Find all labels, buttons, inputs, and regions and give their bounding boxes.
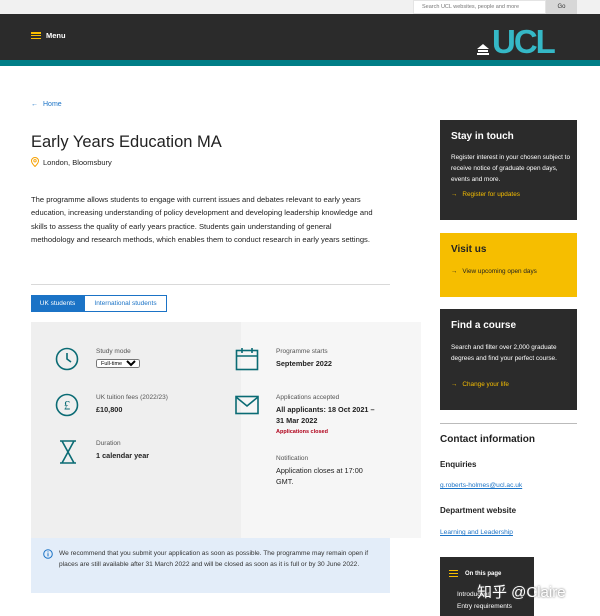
department-website-link[interactable]: Learning and Leadership — [440, 529, 513, 536]
notice-text: We recommend that you submit your applic… — [59, 550, 369, 569]
starts-value: September 2022 — [276, 359, 332, 368]
breadcrumb-home-link[interactable]: Home — [43, 101, 62, 108]
ucl-logo[interactable]: UCL — [477, 23, 556, 60]
applications-status: Applications closed — [276, 429, 328, 435]
watermark: 知乎 @Claire — [477, 584, 566, 601]
arrow-left-icon: ← — [31, 101, 38, 108]
header-accent-band — [0, 60, 600, 66]
hourglass-icon — [60, 440, 76, 464]
clock-icon — [55, 347, 79, 371]
enquiries-label: Enquiries — [440, 460, 477, 469]
envelope-icon — [235, 395, 259, 415]
stay-in-touch-box: Stay in touch Register interest in your … — [440, 120, 577, 220]
list-icon — [449, 570, 458, 577]
location-label: London, Bloomsbury — [43, 157, 112, 167]
arrow-right-icon: → — [451, 381, 458, 388]
tuition-fees: UK tuition fees (2022/23) £10,800 — [96, 394, 168, 415]
change-your-life-link[interactable]: → Change your life — [451, 381, 509, 388]
map-pin-icon — [31, 157, 39, 167]
notification: Notification Application closes at 17:00… — [276, 455, 376, 487]
stay-in-touch-text: Register interest in your chosen subject… — [451, 154, 570, 183]
enquiries-email-link[interactable]: g.roberts-holmes@ucl.ac.uk — [440, 482, 522, 489]
page-title: Early Years Education MA — [31, 133, 222, 151]
fees-value: £10,800 — [96, 405, 123, 414]
divider — [31, 284, 390, 285]
stay-in-touch-title: Stay in touch — [451, 131, 514, 142]
calendar-icon — [235, 348, 259, 371]
find-a-course-box: Find a course Search and filter over 2,0… — [440, 309, 577, 410]
portico-icon — [477, 44, 489, 55]
arrow-right-icon: → — [451, 268, 458, 275]
on-this-page-item-entry-requirements[interactable]: Entry requirements — [457, 603, 512, 610]
visit-us-title: Visit us — [451, 244, 487, 255]
open-days-link[interactable]: → View upcoming open days — [451, 268, 537, 275]
find-a-course-title: Find a course — [451, 320, 517, 331]
contact-title: Contact information — [440, 434, 535, 445]
applications-accepted: Applications accepted All applicants: 18… — [276, 394, 376, 435]
programme-starts: Programme starts September 2022 — [276, 348, 332, 369]
study-mode-label: Study mode — [96, 348, 131, 355]
divider — [440, 423, 577, 424]
starts-label: Programme starts — [276, 348, 328, 355]
info-icon — [43, 549, 53, 559]
menu-button[interactable]: Menu — [31, 31, 66, 40]
tab-uk-students[interactable]: UK students — [31, 295, 84, 312]
duration-label: Duration — [96, 440, 121, 447]
study-mode-select[interactable]: Full-time — [96, 359, 140, 368]
key-information-panel: Study mode Full-time £ UK tuition fees (… — [31, 322, 421, 538]
svg-text:£: £ — [64, 398, 71, 413]
site-search-input[interactable]: Search UCL websites, people and more — [413, 0, 546, 14]
ucl-logo-text: UCL — [492, 23, 556, 60]
on-this-page-title: On this page — [465, 571, 502, 577]
study-mode: Study mode Full-time — [96, 348, 140, 368]
duration-value: 1 calendar year — [96, 451, 150, 460]
applications-value: All applicants: 18 Oct 2021 – 31 Mar 202… — [276, 405, 375, 425]
programme-intro: The programme allows students to engage … — [31, 195, 373, 245]
fees-label: UK tuition fees (2022/23) — [96, 394, 168, 401]
open-days-link-label: View upcoming open days — [462, 268, 537, 275]
application-notice: We recommend that you submit your applic… — [31, 538, 390, 593]
pound-icon: £ — [55, 393, 79, 417]
notification-label: Notification — [276, 455, 309, 462]
arrow-right-icon: → — [451, 191, 458, 198]
hamburger-icon — [31, 32, 41, 39]
search-go-button[interactable]: Go — [546, 0, 577, 14]
register-link-label: Register for updates — [462, 191, 520, 198]
tab-international-students[interactable]: International students — [84, 295, 167, 312]
visit-us-box: Visit us → View upcoming open days — [440, 233, 577, 297]
department-website-label: Department website — [440, 506, 517, 515]
breadcrumb[interactable]: ← Home — [31, 101, 62, 108]
location: London, Bloomsbury — [31, 157, 112, 167]
notification-value: Application closes at 17:00 GMT. — [276, 466, 363, 486]
find-a-course-text: Search and filter over 2,000 graduate de… — [451, 344, 557, 362]
register-link[interactable]: → Register for updates — [451, 191, 520, 198]
menu-label: Menu — [46, 31, 66, 40]
duration: Duration 1 calendar year — [96, 440, 149, 461]
applications-label: Applications accepted — [276, 394, 340, 401]
change-your-life-label: Change your life — [462, 381, 509, 388]
